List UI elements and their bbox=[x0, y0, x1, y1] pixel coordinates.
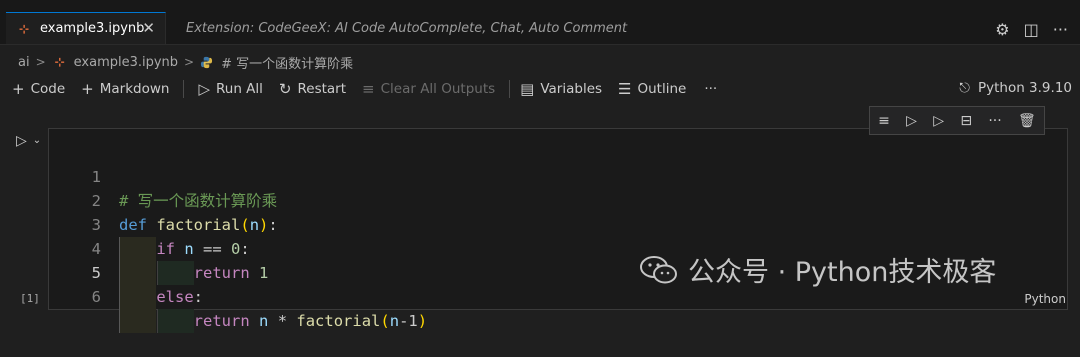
notebook-icon: ⊹ bbox=[18, 21, 30, 36]
run-all-button[interactable]: ▷ Run All bbox=[198, 80, 262, 98]
split-cell-icon[interactable]: ⊟ bbox=[960, 113, 972, 129]
cell-toolbar: ≡ ▷ ▷ ⊟ ··· 🗑 bbox=[869, 106, 1045, 135]
number-token: 1 bbox=[259, 264, 269, 282]
code-line: 3 if n == 0: bbox=[49, 189, 250, 261]
keyword-token: return bbox=[193, 264, 250, 282]
watermark: 公众号 · Python技术极客 bbox=[640, 250, 996, 289]
plus-icon: + bbox=[12, 80, 25, 98]
variables-button[interactable]: ▤ Variables bbox=[520, 80, 602, 98]
parameter-token: n bbox=[249, 216, 260, 234]
execute-above-icon[interactable]: ▷ bbox=[906, 113, 917, 129]
toolbar-divider bbox=[183, 80, 185, 98]
outline-button[interactable]: ☰ Outline bbox=[618, 80, 686, 98]
code-line: 5 else: bbox=[49, 237, 203, 309]
restart-button[interactable]: ↻ Restart bbox=[279, 80, 346, 98]
chevron-right-icon: > bbox=[184, 55, 195, 69]
more-icon: ··· bbox=[704, 81, 718, 97]
add-markdown-label: Markdown bbox=[99, 81, 170, 97]
clear-all-outputs-label: Clear All Outputs bbox=[380, 81, 496, 97]
tab-example3-ipynb[interactable]: ⊹ example3.ipynb ✕ bbox=[6, 12, 166, 44]
plus-icon: + bbox=[81, 80, 94, 98]
tab-label: example3.ipynb bbox=[40, 21, 145, 36]
chevron-right-icon: > bbox=[35, 55, 46, 69]
line-number: 6 bbox=[91, 288, 101, 306]
gear-icon[interactable]: ⚙ bbox=[995, 20, 1009, 39]
notebook-icon: ⊹ bbox=[54, 55, 65, 69]
keyword-token: def bbox=[119, 216, 147, 234]
restart-label: Restart bbox=[297, 81, 347, 97]
tab-extension-codegeex[interactable]: Extension: CodeGeeX: AI Code AutoComplet… bbox=[170, 12, 627, 44]
tab-label: Extension: CodeGeeX: AI Code AutoComplet… bbox=[186, 20, 628, 36]
breadcrumb: ai > ⊹ example3.ipynb > # 写一个函数计算阶乘 bbox=[18, 52, 353, 72]
cell-language-label[interactable]: Python bbox=[1024, 292, 1066, 306]
notebook-toolbar: + Code + Markdown ▷ Run All ↻ Restart ≡ … bbox=[0, 76, 1080, 102]
code-line: 2 def factorial(n): bbox=[49, 165, 278, 234]
code-line: 4 return 1 bbox=[49, 213, 268, 285]
keyword-token: if bbox=[156, 240, 175, 258]
editor-actions: ⚙ ◫ ··· bbox=[995, 20, 1068, 39]
add-markdown-cell-button[interactable]: + Markdown bbox=[81, 80, 169, 98]
execution-count: [1] bbox=[20, 292, 40, 305]
keyword-token: else bbox=[156, 288, 194, 306]
operator-token: == bbox=[203, 240, 222, 258]
toolbar-divider bbox=[509, 80, 511, 98]
run-all-label: Run All bbox=[215, 81, 263, 97]
variable-token: n bbox=[184, 240, 194, 258]
breadcrumb-folder[interactable]: ai bbox=[18, 55, 30, 70]
variables-icon: ▤ bbox=[520, 80, 535, 98]
run-all-icon: ▷ bbox=[198, 80, 210, 98]
run-cell-icon[interactable]: ▷ bbox=[16, 133, 27, 149]
variables-label: Variables bbox=[540, 81, 603, 97]
close-icon[interactable]: ✕ bbox=[142, 19, 155, 37]
delete-cell-icon[interactable]: 🗑 bbox=[1018, 113, 1036, 129]
outline-icon: ☰ bbox=[618, 80, 632, 98]
outline-label: Outline bbox=[637, 81, 687, 97]
run-by-line-icon[interactable]: ≡ bbox=[878, 113, 890, 129]
kernel-label: Python 3.9.10 bbox=[977, 80, 1072, 96]
run-cell-control[interactable]: ▷ ⌄ bbox=[16, 133, 41, 149]
execute-below-icon[interactable]: ▷ bbox=[933, 113, 944, 129]
breadcrumb-file[interactable]: example3.ipynb bbox=[74, 55, 178, 70]
split-editor-icon[interactable]: ◫ bbox=[1024, 20, 1039, 39]
restart-icon: ↻ bbox=[278, 80, 292, 98]
watermark-text: 公众号 · Python技术极客 bbox=[688, 257, 997, 288]
python-icon bbox=[201, 56, 213, 68]
more-cell-actions-icon[interactable]: ··· bbox=[988, 113, 1001, 129]
tab-bar: ⊹ example3.ipynb ✕ Extension: CodeGeeX: … bbox=[0, 0, 1080, 45]
chevron-down-icon[interactable]: ⌄ bbox=[33, 135, 41, 149]
breadcrumb-cell[interactable]: # 写一个函数计算阶乘 bbox=[221, 53, 353, 72]
add-code-label: Code bbox=[30, 81, 66, 97]
wechat-icon bbox=[640, 255, 677, 283]
kernel-picker[interactable]: ⎋ Python 3.9.10 bbox=[959, 80, 1072, 96]
function-name-token: factorial bbox=[156, 216, 241, 234]
clear-all-icon: ≡ bbox=[362, 80, 375, 98]
server-environment-icon: ⎋ bbox=[959, 80, 970, 96]
code-comment: # 写一个函数计算阶乘 bbox=[119, 192, 278, 210]
number-token: 0 bbox=[231, 240, 241, 258]
more-actions-icon[interactable]: ··· bbox=[1053, 20, 1068, 39]
code-line: 6 return n * factorial(n-1) bbox=[49, 261, 427, 333]
code-line: 1 # 写一个函数计算阶乘 bbox=[49, 141, 278, 210]
add-code-cell-button[interactable]: + Code bbox=[12, 80, 65, 98]
more-toolbar-button[interactable]: ··· bbox=[704, 81, 717, 97]
clear-all-outputs-button[interactable]: ≡ Clear All Outputs bbox=[362, 80, 495, 98]
